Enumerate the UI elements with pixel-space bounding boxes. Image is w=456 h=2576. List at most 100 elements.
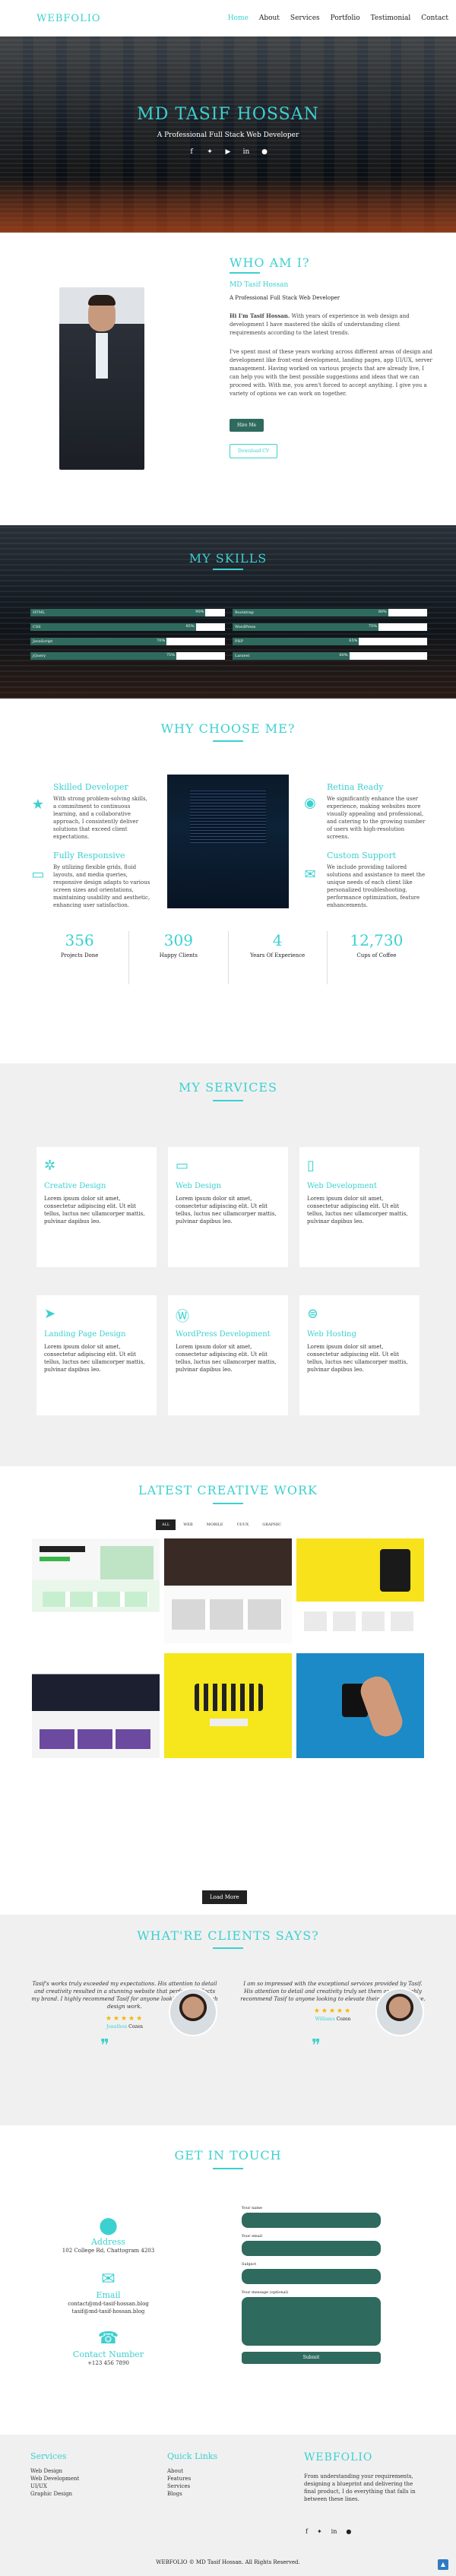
- load-more-button[interactable]: Load More: [202, 1890, 247, 1904]
- skill-label: CSS: [33, 625, 41, 629]
- skill-bar: PHP 65%: [233, 638, 427, 645]
- services-section: MY SERVICES ✲ Creative Design Lorem ipsu…: [0, 1063, 456, 1466]
- portfolio-item[interactable]: [32, 1653, 160, 1758]
- skill-label: Bootstrap: [235, 610, 254, 615]
- skill-percent: 75%: [368, 624, 377, 629]
- skill-bar-fill: [30, 652, 176, 660]
- subject-field[interactable]: [242, 2269, 381, 2284]
- skill-bar: jQuery 75%: [30, 652, 225, 660]
- eye-icon: ◉: [304, 795, 316, 811]
- download-cv-button[interactable]: Download CV: [230, 444, 278, 458]
- filter-mobile[interactable]: MOBILE: [201, 1519, 230, 1530]
- site-logo[interactable]: WEBFOLIO: [36, 13, 101, 24]
- service-card-creative[interactable]: ✲ Creative Design Lorem ipsum dolor sit …: [36, 1147, 157, 1267]
- envelope-icon: ✉: [101, 2270, 116, 2289]
- top-navbar: WEBFOLIO Home About Services Portfolio T…: [0, 0, 456, 36]
- service-card-webdev[interactable]: ▯ Web Development Lorem ipsum dolor sit …: [299, 1147, 420, 1267]
- service-card-hosting[interactable]: ⊜ Web Hosting Lorem ipsum dolor sit amet…: [299, 1295, 420, 1415]
- about-paragraph: I've spent most of these years working a…: [230, 349, 432, 397]
- skill-bar: Bootstrap 80%: [233, 609, 427, 616]
- location-pin-icon: ⬤: [99, 2216, 118, 2235]
- hero-socials: f ✦ ▶ in ●: [0, 148, 456, 156]
- feature-skilled: Skilled Developer With strong problem-so…: [53, 782, 147, 840]
- hero-name: MD TASIF HOSSAN: [137, 105, 319, 124]
- monitor-icon: ▭: [31, 867, 45, 882]
- testimonials-title: WHAT'RE CLIENTS SAYS?: [137, 1928, 319, 1943]
- footer-quick-links: Quick Links About Features Services Blog…: [167, 2451, 218, 2497]
- portfolio-item[interactable]: [296, 1653, 424, 1758]
- filter-uiux[interactable]: UI/UX: [231, 1519, 255, 1530]
- nav-portfolio[interactable]: Portfolio: [331, 14, 360, 22]
- contact-email: ✉ Email contact@md-tasif-hossan.blog tas…: [46, 2270, 171, 2315]
- skill-label: HTML: [33, 610, 46, 615]
- testimonials-section: WHAT'RE CLIENTS SAYS? Tasif's works trul…: [0, 1915, 456, 2125]
- quote-icon: ❞: [312, 2036, 321, 2055]
- star-icon: ★: [31, 797, 45, 813]
- portfolio-section: LATEST CREATIVE WORK ALL WEB MOBILE UI/U…: [0, 1466, 456, 1915]
- quote-icon: ❞: [100, 2036, 109, 2055]
- skill-percent: 80%: [378, 610, 387, 614]
- github-icon[interactable]: ●: [261, 148, 268, 156]
- name-field[interactable]: [242, 2213, 381, 2228]
- facebook-icon[interactable]: f: [306, 2528, 308, 2535]
- filter-web[interactable]: WEB: [177, 1519, 198, 1530]
- service-card-wordpress[interactable]: Ⓦ WordPress Development Lorem ipsum dolo…: [168, 1295, 288, 1415]
- filter-graphic[interactable]: GRAPHIC: [256, 1519, 287, 1530]
- nav-about[interactable]: About: [259, 14, 280, 22]
- footer-logo[interactable]: WEBFOLIO: [304, 2451, 418, 2464]
- skill-label: JavaScript: [33, 639, 53, 644]
- message-field[interactable]: [242, 2297, 381, 2346]
- skill-percent: 60%: [339, 653, 348, 657]
- skill-percent: 65%: [349, 638, 358, 643]
- contact-form: Your name Your email Subject Your messag…: [242, 2206, 381, 2364]
- skill-bar-fill: [233, 609, 388, 616]
- twitter-icon[interactable]: ✦: [206, 148, 214, 156]
- skill-percent: 75%: [166, 653, 175, 657]
- linkedin-icon[interactable]: in: [242, 148, 250, 156]
- facebook-icon[interactable]: f: [188, 148, 195, 156]
- stat-projects: 356 Projects Done: [30, 931, 130, 984]
- portfolio-filters: ALL WEB MOBILE UI/UX GRAPHIC: [156, 1519, 287, 1530]
- skill-bar-fill: [233, 652, 350, 660]
- hosting-icon: ⊜: [307, 1306, 319, 1322]
- back-to-top-button[interactable]: ▲: [438, 2559, 448, 2570]
- nav-contact[interactable]: Contact: [421, 14, 448, 22]
- nav-home[interactable]: Home: [228, 14, 249, 22]
- linkedin-icon[interactable]: in: [331, 2528, 337, 2535]
- email-field[interactable]: [242, 2241, 381, 2256]
- portfolio-item[interactable]: [164, 1653, 292, 1758]
- skill-bar: CSS 85%: [30, 623, 225, 631]
- twitter-icon[interactable]: ✦: [317, 2528, 322, 2535]
- skill-percent: 85%: [185, 624, 195, 629]
- chat-icon: ✉: [304, 867, 316, 882]
- about-role: A Professional Full Stack Web Developer: [230, 295, 340, 301]
- stat-years: 4 Years Of Experience: [229, 931, 328, 984]
- service-card-webdesign[interactable]: ▭ Web Design Lorem ipsum dolor sit amet,…: [168, 1147, 288, 1267]
- nav-services[interactable]: Services: [290, 14, 320, 22]
- portfolio-item[interactable]: [296, 1538, 424, 1643]
- skill-bar-fill: [30, 623, 196, 631]
- about-intro: Hi I'm Tasif Hossan. With years of exper…: [230, 312, 410, 336]
- contact-phone: ☎ Contact Number +123 456 7890: [46, 2329, 171, 2367]
- submit-button[interactable]: Submit: [242, 2352, 381, 2364]
- about-title: WHO AM I?: [230, 255, 310, 270]
- service-card-landing[interactable]: ➤ Landing Page Design Lorem ipsum dolor …: [36, 1295, 157, 1415]
- filter-all[interactable]: ALL: [156, 1519, 176, 1530]
- stat-clients: 309 Happy Clients: [129, 931, 229, 984]
- footer-services: Services Web Design Web Development UI/U…: [30, 2451, 80, 2497]
- avatar: [375, 1988, 424, 2036]
- youtube-icon[interactable]: ▶: [224, 148, 232, 156]
- skills-section: MY SKILLS HTML 90% Bootstrap 80% CSS 85% WordP…: [0, 525, 456, 699]
- skill-bar: HTML 90%: [30, 609, 225, 616]
- portfolio-item[interactable]: [164, 1538, 292, 1643]
- hire-me-button[interactable]: Hire Me: [230, 419, 264, 432]
- skills-title: MY SKILLS: [188, 551, 268, 566]
- skill-bar-fill: [30, 609, 206, 616]
- footer: Services Web Design Web Development UI/U…: [0, 2435, 456, 2576]
- portfolio-item[interactable]: [32, 1538, 160, 1643]
- github-icon[interactable]: ●: [346, 2528, 351, 2535]
- feature-retina: Retina Ready We significantly enhance th…: [327, 782, 426, 840]
- nav-testimonial[interactable]: Testimonial: [371, 14, 411, 22]
- react-icon: ✲: [44, 1158, 56, 1174]
- skill-bar: JavaScript 70%: [30, 638, 225, 645]
